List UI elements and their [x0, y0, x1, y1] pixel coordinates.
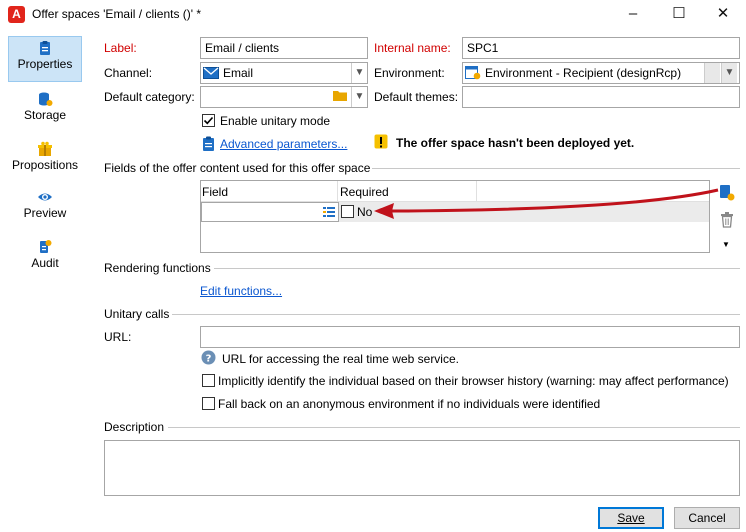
eye-icon — [38, 193, 52, 201]
default-category-caption: Default category: — [104, 90, 195, 104]
section-divider — [168, 427, 740, 428]
fields-section-title: Fields of the offer content used for thi… — [104, 161, 371, 175]
advanced-parameters-link[interactable]: Advanced parameters... — [220, 137, 347, 151]
help-icon: ? — [201, 350, 216, 365]
default-themes-caption: Default themes: — [374, 90, 459, 104]
add-field-icon[interactable] — [718, 183, 736, 201]
environment-icon — [465, 66, 481, 80]
checkmark-icon — [203, 116, 214, 125]
section-divider — [372, 168, 740, 169]
fallback-anonymous-checkbox[interactable] — [202, 397, 215, 410]
fallback-anonymous-label: Fall back on an anonymous environment if… — [218, 397, 601, 411]
unitary-calls-title: Unitary calls — [104, 307, 170, 321]
nav-label: Storage — [23, 108, 67, 122]
nav-label: Propositions — [11, 158, 79, 172]
channel-caption: Channel: — [104, 66, 153, 80]
col-field-header[interactable]: Field — [202, 185, 228, 199]
envelope-icon — [203, 67, 219, 79]
chevron-down-icon[interactable]: ▼ — [351, 63, 367, 83]
url-help-text: URL for accessing the real time web serv… — [222, 352, 459, 366]
chevron-down-icon[interactable]: ▼ — [722, 240, 730, 249]
nav-preview[interactable]: Preview — [8, 186, 82, 232]
save-button[interactable]: Save — [598, 507, 664, 529]
gift-icon — [38, 141, 52, 156]
chevron-down-icon[interactable]: ▼ — [721, 63, 737, 83]
internal-name-caption: Internal name: — [374, 41, 451, 55]
audit-icon — [40, 240, 52, 253]
close-button[interactable]: ✕ — [700, 0, 746, 30]
environment-caption: Environment: — [374, 66, 445, 80]
minimize-button[interactable]: – — [610, 0, 656, 30]
unitary-mode-label: Enable unitary mode — [220, 114, 331, 128]
warning-text: The offer space hasn't been deployed yet… — [396, 136, 635, 150]
internal-name-input[interactable]: SPC1 — [462, 37, 740, 59]
field-picker-icon[interactable] — [323, 206, 335, 218]
col-divider — [337, 181, 338, 202]
label-caption: Label: — [104, 41, 137, 55]
nav-label: Properties — [17, 57, 73, 71]
channel-value: Email — [223, 66, 254, 80]
database-icon — [39, 92, 53, 106]
default-themes-input[interactable] — [462, 86, 740, 108]
annotation-arrow — [374, 188, 719, 219]
nav-label: Audit — [31, 256, 59, 270]
nav-label: Preview — [23, 206, 67, 220]
url-input[interactable] — [200, 326, 740, 348]
title-bar: A Offer spaces 'Email / clients ()' * – … — [0, 0, 746, 30]
section-divider — [214, 268, 740, 269]
nav-properties[interactable]: Properties — [8, 36, 82, 82]
rendering-section-title: Rendering functions — [104, 261, 211, 275]
clipboard-icon — [203, 136, 214, 151]
unitary-mode-checkbox[interactable] — [202, 114, 215, 127]
folder-icon[interactable] — [333, 89, 347, 101]
environment-extra-button[interactable] — [704, 63, 720, 83]
svg-text:?: ? — [206, 354, 212, 365]
warning-icon — [374, 134, 388, 149]
environment-select[interactable]: Environment - Recipient (designRcp) — [462, 62, 740, 84]
implicit-identify-label: Implicitly identify the individual based… — [218, 374, 729, 388]
edit-functions-link[interactable]: Edit functions... — [200, 284, 282, 298]
trash-icon[interactable] — [720, 212, 734, 228]
cancel-button[interactable]: Cancel — [674, 507, 740, 529]
nav-propositions[interactable]: Propositions — [8, 138, 82, 184]
chevron-down-icon[interactable]: ▼ — [351, 87, 367, 107]
description-textarea[interactable] — [104, 440, 740, 496]
nav-storage[interactable]: Storage — [8, 88, 82, 134]
implicit-identify-checkbox[interactable] — [202, 374, 215, 387]
description-title: Description — [104, 420, 165, 434]
section-divider — [172, 314, 740, 315]
maximize-button[interactable]: ☐ — [656, 0, 702, 30]
field-cell-input[interactable] — [201, 202, 339, 222]
adobe-app-icon: A — [8, 6, 25, 23]
window-title: Offer spaces 'Email / clients ()' * — [32, 7, 202, 21]
clipboard-icon — [40, 41, 50, 55]
save-label: Save — [617, 511, 645, 525]
nav-audit[interactable]: Audit — [8, 236, 82, 282]
required-checkbox[interactable] — [341, 205, 354, 218]
label-input[interactable]: Email / clients — [200, 37, 368, 59]
environment-value: Environment - Recipient (designRcp) — [485, 66, 682, 80]
url-caption: URL: — [104, 330, 132, 344]
channel-select[interactable]: Email — [200, 62, 368, 84]
